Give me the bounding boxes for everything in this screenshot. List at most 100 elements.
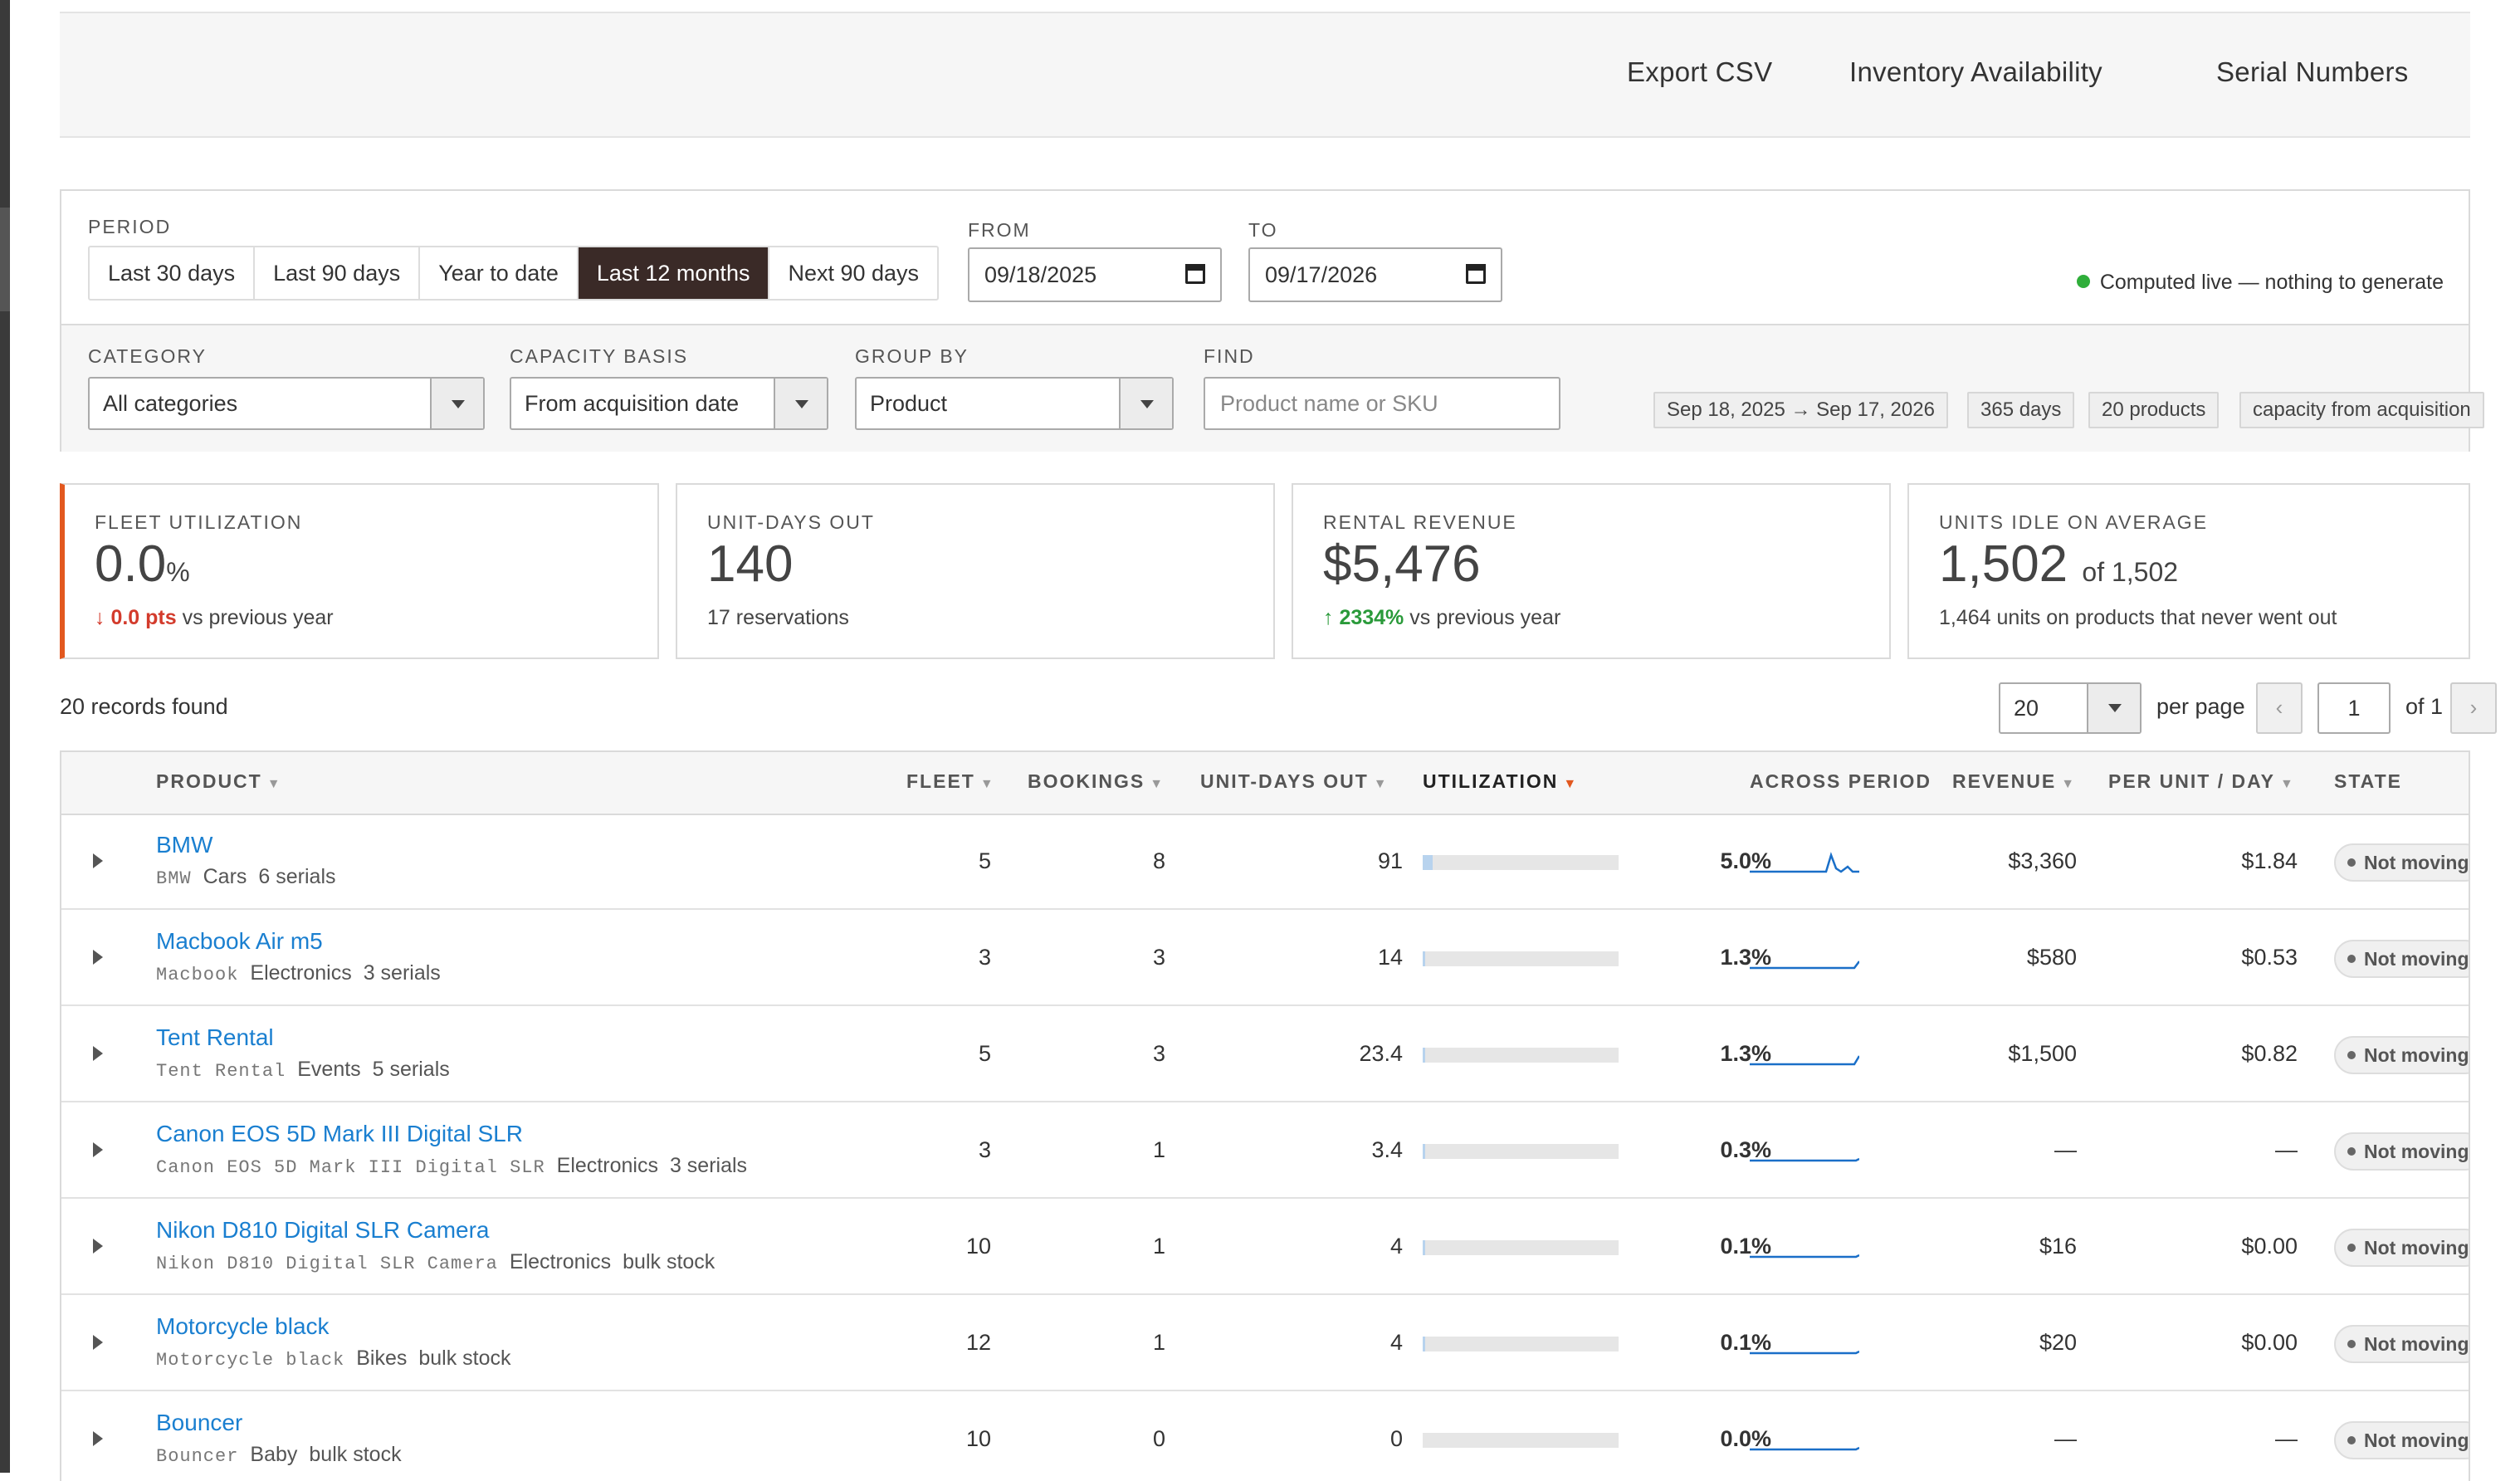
table-row[interactable]: Nikon D810 Digital SLR Camera Nikon D810 … xyxy=(61,1200,2469,1295)
product-category: Electronics xyxy=(556,1154,658,1177)
product-meta: Nikon D810 Digital SLR Camera Electronics… xyxy=(156,1250,715,1274)
product-name-link[interactable]: Macbook Air m5 xyxy=(156,928,323,955)
prev-page-button[interactable]: ‹ xyxy=(2256,682,2303,734)
expand-row-icon[interactable] xyxy=(93,1239,103,1254)
col-revenue-label: REVENUE xyxy=(1952,770,2057,792)
unit-days-value: 3.4 xyxy=(1371,1137,1403,1162)
table-row[interactable]: BMW BMW Cars 6 serials 5 8 91 5.0% $3,360 $1.84 No… xyxy=(61,815,2469,910)
state-badge: Not moving xyxy=(2334,843,2469,882)
kpi-value-unit: % xyxy=(166,557,190,587)
table-row[interactable]: Bouncer Bouncer Baby bulk stock 10 0 0 0.0% — — No… xyxy=(61,1393,2469,1481)
col-utilization[interactable]: UTILIZATION ▼ xyxy=(1423,770,1578,793)
to-label: TO xyxy=(1248,219,1278,241)
sort-icon: ▼ xyxy=(2279,777,2295,791)
col-unit-days-out-label: UNIT-DAYS OUT xyxy=(1200,770,1369,792)
serial-numbers-link[interactable]: Serial Numbers xyxy=(2216,56,2409,88)
kpi-unit-days-out: UNIT-DAYS OUT 140 17 reservations xyxy=(676,483,1275,659)
state-label: Not moving xyxy=(2364,852,2469,873)
chevron-down-icon[interactable] xyxy=(774,379,827,428)
product-name-link[interactable]: BMW xyxy=(156,832,212,858)
state-badge: Not moving xyxy=(2334,1421,2469,1459)
chevron-down-icon[interactable] xyxy=(2087,684,2140,732)
kpi-value: 0.0% xyxy=(95,535,190,594)
period-option-next-90-days[interactable]: Next 90 days xyxy=(769,247,937,299)
per-page-select[interactable]: 20 xyxy=(1999,682,2142,734)
category-select[interactable]: All categories xyxy=(88,377,485,430)
table-row[interactable]: Tent Rental Tent Rental Events 5 serials 5 3 2… xyxy=(61,1008,2469,1102)
kpi-label: UNIT-DAYS OUT xyxy=(707,511,875,533)
chevron-down-icon[interactable] xyxy=(1119,379,1172,428)
utilization-table: PRODUCT ▼ FLEET ▼ BOOKINGS ▼ UNIT-DAYS OUT ▼… xyxy=(60,750,2470,1481)
state-label: Not moving xyxy=(2364,1333,2469,1355)
sparkline xyxy=(1750,1350,1859,1355)
product-sku: Tent Rental xyxy=(156,1061,286,1082)
sparkline xyxy=(1750,1055,1859,1066)
expand-row-icon[interactable] xyxy=(93,1046,103,1061)
group-by-select[interactable]: Product xyxy=(855,377,1174,430)
delta-down: ↓ 0.0 pts xyxy=(95,606,177,629)
state-dot-icon xyxy=(2347,1339,2356,1348)
filter-row-secondary: CATEGORY All categories CAPACITY BASIS F… xyxy=(61,324,2484,452)
category-label: CATEGORY xyxy=(88,345,207,367)
to-date-input[interactable]: 09/17/2026 xyxy=(1248,247,1502,302)
col-unit-days-out[interactable]: UNIT-DAYS OUT ▼ xyxy=(1200,770,1389,793)
col-per-unit-day[interactable]: PER UNIT / DAY ▼ xyxy=(2108,770,2295,793)
page-number-input[interactable]: 1 xyxy=(2317,682,2391,734)
period-selector: Last 30 days Last 90 days Year to date L… xyxy=(88,246,940,301)
kpi-value-number: 0.0 xyxy=(95,535,167,593)
col-revenue[interactable]: REVENUE ▼ xyxy=(1952,770,2076,793)
calendar-icon[interactable] xyxy=(1185,264,1205,284)
category-select-value: All categories xyxy=(103,391,238,416)
expand-row-icon[interactable] xyxy=(93,1142,103,1157)
table-row[interactable]: Canon EOS 5D Mark III Digital SLR Canon E… xyxy=(61,1104,2469,1199)
table-row[interactable]: Motorcycle black Motorcycle black Bikes bul… xyxy=(61,1297,2469,1391)
period-option-year-to-date[interactable]: Year to date xyxy=(420,247,579,299)
table-header: PRODUCT ▼ FLEET ▼ BOOKINGS ▼ UNIT-DAYS OUT ▼… xyxy=(61,752,2469,815)
expand-row-icon[interactable] xyxy=(93,950,103,965)
expand-row-icon[interactable] xyxy=(93,1431,103,1446)
inventory-availability-link[interactable]: Inventory Availability xyxy=(1849,56,2102,88)
next-page-button[interactable]: › xyxy=(2450,682,2497,734)
kpi-label: FLEET UTILIZATION xyxy=(95,511,303,533)
col-fleet[interactable]: FLEET ▼ xyxy=(906,770,995,793)
product-name-link[interactable]: Canon EOS 5D Mark III Digital SLR xyxy=(156,1121,523,1147)
kpi-label: UNITS IDLE ON AVERAGE xyxy=(1939,511,2209,533)
chevron-down-icon[interactable] xyxy=(430,379,483,428)
product-meta: Tent Rental Events 5 serials xyxy=(156,1058,450,1082)
find-input[interactable]: Product name or SKU xyxy=(1204,377,1560,430)
table-row[interactable]: Macbook Air m5 Macbook Electronics 3 serial… xyxy=(61,912,2469,1006)
product-sku: Nikon D810 Digital SLR Camera xyxy=(156,1254,498,1274)
period-option-last-12-months[interactable]: Last 12 months xyxy=(578,247,770,299)
top-toolbar: Export CSV Inventory Availability Serial… xyxy=(60,12,2470,138)
sparkline xyxy=(1750,852,1859,873)
calendar-icon[interactable] xyxy=(1466,264,1486,284)
from-date-input[interactable]: 09/18/2025 xyxy=(968,247,1222,302)
product-stock: 3 serials xyxy=(363,961,441,985)
kpi-sub: ↓ 0.0 pts vs previous year xyxy=(95,606,334,630)
find-input-placeholder: Product name or SKU xyxy=(1220,391,1438,416)
unit-days-value: 0 xyxy=(1389,1426,1403,1451)
left-sidebar-edge xyxy=(0,0,10,1473)
fleet-value: 3 xyxy=(978,1137,991,1162)
product-sku: BMW xyxy=(156,868,192,889)
export-csv-link[interactable]: Export CSV xyxy=(1627,56,1772,88)
product-name-link[interactable]: Bouncer xyxy=(156,1410,242,1436)
expand-row-icon[interactable] xyxy=(93,853,103,868)
product-name-link[interactable]: Nikon D810 Digital SLR Camera xyxy=(156,1217,490,1244)
period-option-last-90-days[interactable]: Last 90 days xyxy=(255,247,421,299)
capacity-basis-select-value: From acquisition date xyxy=(525,391,740,416)
product-name-link[interactable]: Motorcycle black xyxy=(156,1313,330,1340)
kpi-units-idle: UNITS IDLE ON AVERAGE 1,502 of 1,502 1,4… xyxy=(1907,483,2470,659)
utilization-bar xyxy=(1423,1144,1619,1159)
chip-date-range: Sep 18, 2025 → Sep 17, 2026 xyxy=(1653,392,1948,428)
product-name-link[interactable]: Tent Rental xyxy=(156,1024,274,1051)
period-option-last-30-days[interactable]: Last 30 days xyxy=(90,247,256,299)
revenue-value: $20 xyxy=(2039,1330,2077,1355)
col-bookings[interactable]: BOOKINGS ▼ xyxy=(1028,770,1165,793)
expand-row-icon[interactable] xyxy=(93,1335,103,1350)
col-product[interactable]: PRODUCT ▼ xyxy=(156,770,282,793)
delta-suffix: vs previous year xyxy=(182,606,334,629)
col-utilization-label: UTILIZATION xyxy=(1423,770,1559,792)
capacity-basis-select[interactable]: From acquisition date xyxy=(510,377,828,430)
state-label: Not moving xyxy=(2364,1237,2469,1259)
